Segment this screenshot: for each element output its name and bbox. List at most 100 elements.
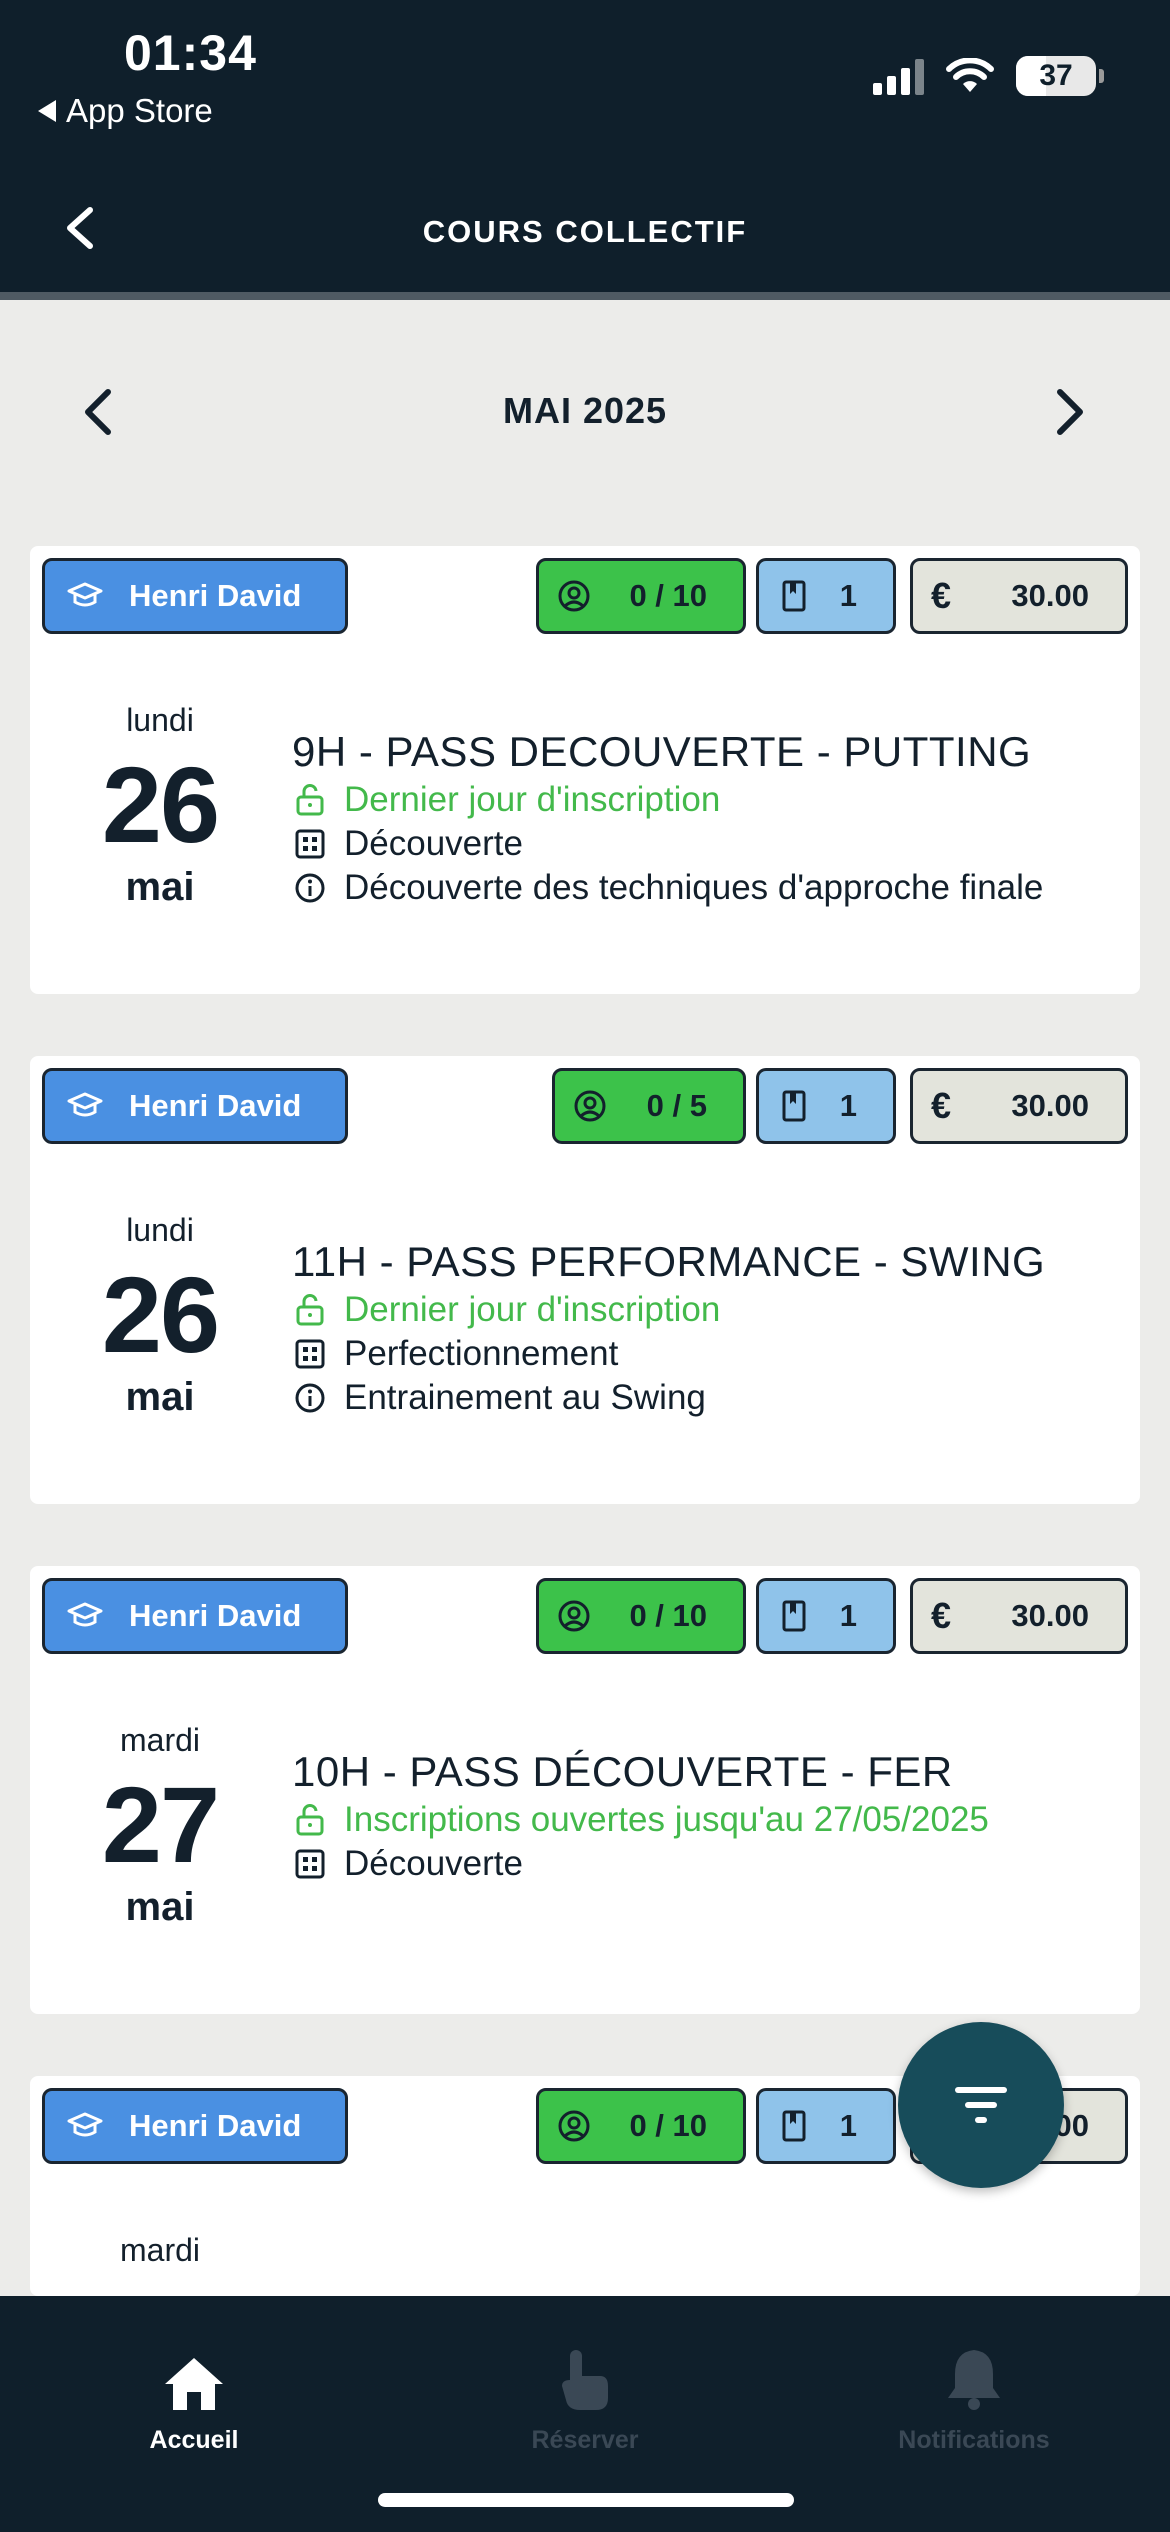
course-info: 11H - PASS PERFORMANCE - SWING Dernier j… bbox=[292, 1238, 1130, 1418]
level-text: Découverte bbox=[344, 824, 523, 863]
battery-icon: 37 bbox=[1016, 56, 1104, 96]
user-circle-icon bbox=[558, 580, 590, 612]
day-number: 26 bbox=[101, 1254, 220, 1375]
course-date: lundi 26 mai bbox=[70, 1212, 250, 1420]
tab-label: Notifications bbox=[898, 2426, 1050, 2454]
filter-button[interactable] bbox=[898, 2022, 1064, 2188]
price-badge: € 30.00 bbox=[910, 558, 1128, 634]
cellular-signal-icon bbox=[873, 57, 924, 95]
unlocked-padlock-icon bbox=[296, 1294, 324, 1326]
course-title: 10H - PASS DÉCOUVERTE - FER bbox=[292, 1748, 953, 1795]
course-level: Découverte bbox=[292, 1844, 1130, 1884]
battery-level: 37 bbox=[1039, 59, 1073, 92]
teacher-name: Henri David bbox=[129, 578, 302, 613]
places-badge: 0 / 10 bbox=[536, 558, 746, 634]
day-number: 26 bbox=[101, 744, 220, 865]
month-label: MAI 2025 bbox=[502, 390, 668, 431]
month-name: mai bbox=[125, 1375, 195, 1419]
graduation-cap-icon bbox=[67, 582, 103, 607]
user-circle-icon bbox=[558, 1600, 590, 1632]
registration-status: Dernier jour d'inscription bbox=[292, 1290, 1130, 1330]
course-description: Entrainement au Swing bbox=[292, 1378, 1130, 1418]
info-circle-icon bbox=[295, 873, 325, 903]
euro-icon: € bbox=[931, 1085, 952, 1126]
day-number: 27 bbox=[101, 1764, 220, 1885]
user-circle-icon bbox=[574, 1090, 606, 1122]
course-title: 11H - PASS PERFORMANCE - SWING bbox=[292, 1238, 1046, 1285]
level-grid-icon bbox=[295, 829, 325, 859]
month-name: mai bbox=[125, 865, 195, 909]
tab-accueil[interactable]: Accueil bbox=[64, 2332, 324, 2455]
book-icon bbox=[782, 1600, 806, 1632]
weekday: lundi bbox=[126, 702, 194, 738]
status-icons: 37 bbox=[873, 56, 1104, 96]
tap-hand-icon bbox=[562, 2350, 608, 2410]
back-to-app-store-link[interactable]: App Store bbox=[38, 92, 213, 130]
teacher-badge: Henri David bbox=[42, 2088, 348, 2164]
course-date: lundi 26 mai bbox=[70, 702, 250, 910]
price-value: 30.00 bbox=[1011, 1598, 1089, 1633]
course-card[interactable]: Henri David 0 / 10 1 € 30.00 mardi 27 ma… bbox=[30, 1566, 1140, 2014]
sessions-count: 1 bbox=[839, 1598, 857, 1633]
teacher-name: Henri David bbox=[129, 1598, 302, 1633]
course-card[interactable]: Henri David 0 / 5 1 € 30.00 lundi 26 mai… bbox=[30, 1056, 1140, 1504]
unlocked-padlock-icon bbox=[296, 784, 324, 816]
description-text: Découverte des techniques d'approche fin… bbox=[344, 868, 1044, 907]
book-icon bbox=[782, 580, 806, 612]
price-value: 30.00 bbox=[1011, 578, 1089, 613]
app-header: 01:34 App Store 37 COURS COLLECTIF bbox=[0, 0, 1170, 300]
status-time: 01:34 bbox=[124, 25, 257, 81]
teacher-badge: Henri David bbox=[42, 558, 348, 634]
places-badge: 0 / 5 bbox=[552, 1068, 746, 1144]
tab-reserver[interactable]: Réserver bbox=[455, 2332, 715, 2455]
registration-text: Inscriptions ouvertes jusqu'au 27/05/202… bbox=[344, 1800, 989, 1839]
course-info: 9H - PASS DECOUVERTE - PUTTING Dernier j… bbox=[292, 728, 1130, 908]
course-date: mardi bbox=[70, 2232, 250, 2269]
tab-label: Accueil bbox=[149, 2426, 239, 2454]
home-indicator[interactable] bbox=[378, 2493, 794, 2507]
teacher-badge: Henri David bbox=[42, 1578, 348, 1654]
description-text: Entrainement au Swing bbox=[344, 1378, 706, 1417]
filter-icon bbox=[955, 2087, 1007, 2123]
next-month-chevron-icon[interactable] bbox=[1052, 386, 1088, 438]
book-icon bbox=[782, 1090, 806, 1122]
back-app-label: App Store bbox=[66, 92, 213, 129]
registration-status: Dernier jour d'inscription bbox=[292, 780, 1130, 820]
course-description: Découverte des techniques d'approche fin… bbox=[292, 868, 1130, 908]
weekday: mardi bbox=[119, 2232, 200, 2268]
graduation-cap-icon bbox=[67, 1092, 103, 1117]
sessions-badge: 1 bbox=[756, 558, 896, 634]
home-icon bbox=[165, 2358, 223, 2410]
price-badge: € 30.00 bbox=[910, 1068, 1128, 1144]
sessions-badge: 1 bbox=[756, 1068, 896, 1144]
places-badge: 0 / 10 bbox=[536, 1578, 746, 1654]
registration-status: Inscriptions ouvertes jusqu'au 27/05/202… bbox=[292, 1800, 1130, 1840]
sessions-count: 1 bbox=[839, 578, 857, 613]
info-circle-icon bbox=[295, 1383, 325, 1413]
back-triangle-icon bbox=[38, 100, 56, 122]
euro-icon: € bbox=[931, 575, 952, 616]
user-circle-icon bbox=[558, 2110, 590, 2142]
sessions-badge: 1 bbox=[756, 2088, 896, 2164]
graduation-cap-icon bbox=[67, 2112, 103, 2137]
tab-label: Réserver bbox=[531, 2426, 639, 2454]
bell-icon bbox=[948, 2350, 1000, 2410]
places-count: 0 / 10 bbox=[629, 2108, 707, 2143]
course-level: Découverte bbox=[292, 824, 1130, 864]
graduation-cap-icon bbox=[67, 1602, 103, 1627]
course-info: 10H - PASS DÉCOUVERTE - FER Inscriptions… bbox=[292, 1748, 1130, 1884]
places-count: 0 / 5 bbox=[646, 1088, 707, 1123]
tab-notifications[interactable]: Notifications bbox=[844, 2332, 1104, 2455]
teacher-name: Henri David bbox=[129, 2108, 302, 2143]
weekday: lundi bbox=[126, 1212, 194, 1248]
course-card[interactable]: Henri David 0 / 10 1 € 30.00 lundi 26 ma… bbox=[30, 546, 1140, 994]
sessions-count: 1 bbox=[839, 1088, 857, 1123]
places-count: 0 / 10 bbox=[629, 578, 707, 613]
sessions-badge: 1 bbox=[756, 1578, 896, 1654]
teacher-name: Henri David bbox=[129, 1088, 302, 1123]
wifi-icon bbox=[946, 58, 994, 92]
page-title: COURS COLLECTIF bbox=[422, 214, 748, 249]
registration-text: Dernier jour d'inscription bbox=[344, 780, 721, 819]
level-grid-icon bbox=[295, 1849, 325, 1879]
book-icon bbox=[782, 2110, 806, 2142]
